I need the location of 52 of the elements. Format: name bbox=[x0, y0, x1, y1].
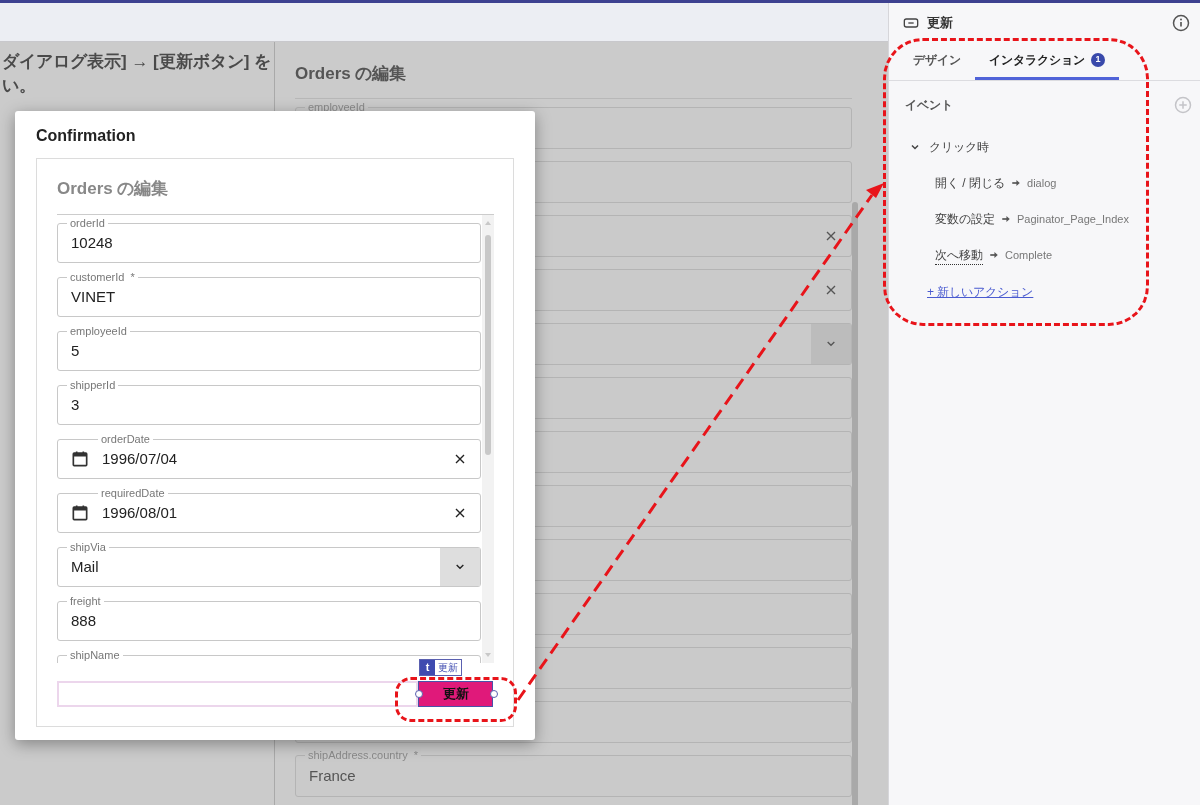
field-label: shipperId bbox=[70, 378, 116, 392]
arrow-right-icon bbox=[1001, 214, 1011, 224]
field-value: France bbox=[309, 765, 356, 786]
dialog-title: Confirmation bbox=[36, 126, 137, 146]
form-title: Orders の編集 bbox=[57, 179, 170, 200]
field-label: shipVia bbox=[70, 540, 106, 554]
event-item[interactable]: クリック時 bbox=[889, 137, 1200, 157]
action-item[interactable]: 次へ移動 Complete bbox=[889, 245, 1200, 265]
field-value: 3 bbox=[71, 394, 80, 415]
add-action-link[interactable]: + 新しいアクション bbox=[927, 283, 1034, 301]
tag-label: 更新 bbox=[437, 661, 459, 675]
field-label: shipName bbox=[70, 648, 120, 662]
scroll-down-icon[interactable] bbox=[483, 651, 493, 659]
field-value: 10248 bbox=[71, 232, 113, 253]
field-label: freight bbox=[70, 594, 101, 608]
action-item[interactable]: 変数の設定 Paginator_Page_Index bbox=[889, 209, 1200, 229]
field-label: customerId * bbox=[70, 270, 135, 284]
field-label: orderDate bbox=[101, 432, 150, 446]
field-value: Mail bbox=[71, 556, 99, 577]
scrollbar[interactable] bbox=[485, 235, 491, 455]
field-label: orderId bbox=[70, 216, 105, 230]
count-badge: 1 bbox=[1091, 53, 1105, 67]
arrow-right-icon bbox=[1011, 178, 1021, 188]
field-value: 888 bbox=[71, 610, 97, 631]
resize-handle[interactable] bbox=[490, 690, 498, 698]
action-item[interactable]: 開く / 閉じる dialog bbox=[889, 173, 1200, 193]
arrow-right-icon bbox=[989, 250, 999, 260]
field-label: employeeId bbox=[308, 100, 365, 114]
field-value: 5 bbox=[71, 340, 80, 361]
info-icon[interactable] bbox=[1172, 14, 1190, 32]
instruction-text: ダイアログ表示] → [更新ボタン] を い。 bbox=[2, 51, 273, 97]
component-name: 更新 bbox=[927, 14, 953, 33]
field-value: VINET bbox=[71, 286, 116, 307]
update-button[interactable]: 更新 bbox=[418, 681, 493, 707]
section-label: イベント bbox=[905, 97, 953, 114]
calendar-icon bbox=[70, 503, 90, 523]
input-field[interactable] bbox=[57, 681, 419, 707]
field-value: 1996/07/04 bbox=[102, 448, 178, 469]
tab[interactable]: インタラクション 1 bbox=[975, 43, 1119, 80]
button-icon bbox=[903, 15, 919, 31]
form-title: Orders の編集 bbox=[295, 63, 408, 85]
resize-handle[interactable] bbox=[415, 690, 423, 698]
calendar-icon bbox=[70, 449, 90, 469]
tab[interactable]: デザイン bbox=[899, 43, 975, 80]
scroll-up-icon[interactable] bbox=[483, 219, 493, 227]
plus-circle-icon[interactable] bbox=[1174, 96, 1192, 114]
field-label: employeeId bbox=[70, 324, 127, 338]
scrollbar[interactable] bbox=[852, 202, 858, 805]
component-type-icon: t bbox=[420, 660, 435, 675]
field-label: requiredDate bbox=[101, 486, 165, 500]
field-label: shipAddress.country * bbox=[308, 748, 419, 762]
field-value: 1996/08/01 bbox=[102, 502, 178, 523]
